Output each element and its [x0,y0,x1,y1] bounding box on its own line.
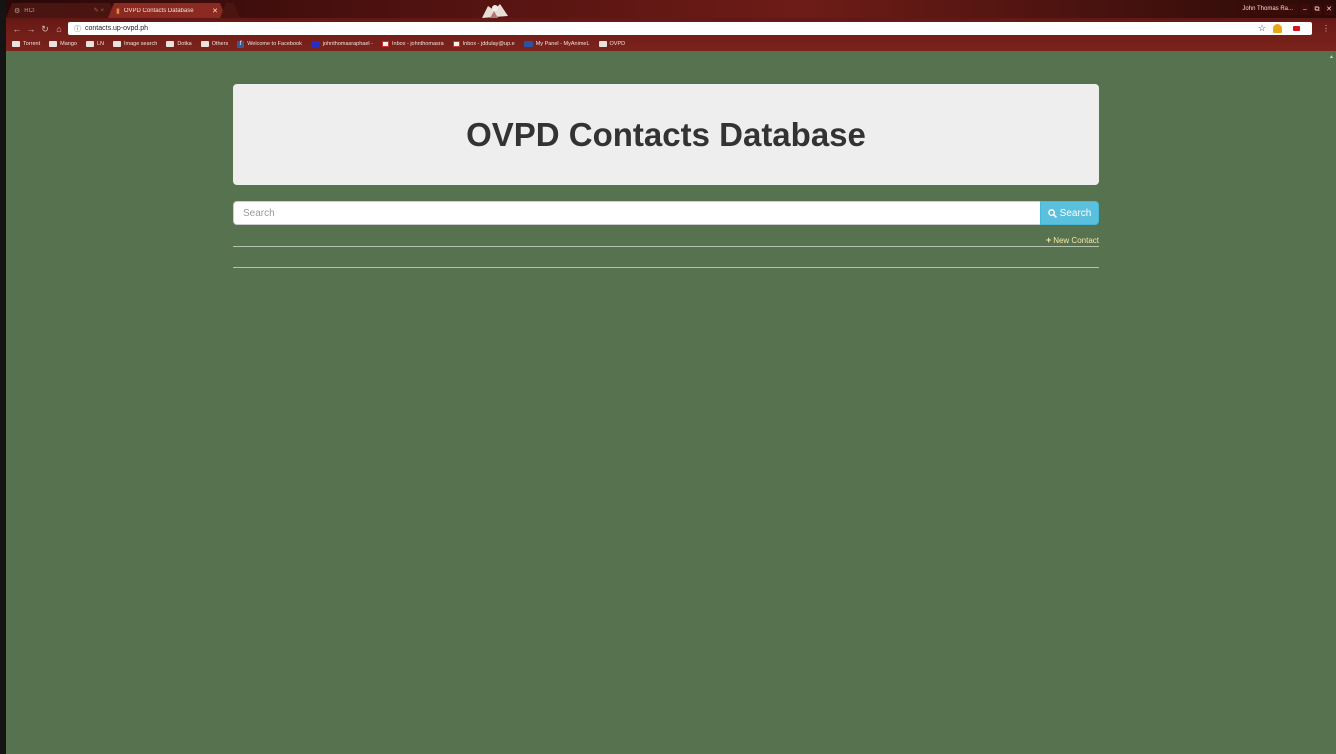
home-icon[interactable]: ⌂ [54,24,64,34]
browser-chrome: ⚙ RCI ✎ × ▮ OVPD Contacts Database ✕ Joh… [6,0,1336,51]
gmail-icon [381,41,389,47]
theme-mascot-icon [482,4,508,18]
tab-rci[interactable]: ⚙ RCI ✎ × [6,3,116,18]
tab-audio-icon[interactable]: ✎ × [94,7,104,14]
new-tab-button[interactable] [220,3,240,18]
extension-bell-icon[interactable] [1273,24,1282,33]
facebook-icon: f [237,40,245,48]
back-icon[interactable]: ← [12,24,22,34]
folder-icon [12,41,20,47]
extension-adblock-icon[interactable] [1293,26,1300,31]
folder-icon [200,41,209,47]
bookmark-gmail-1[interactable]: Inbox - johnthomasra [381,41,444,47]
bookmark-dotka[interactable]: Dotka [166,41,192,47]
close-window-icon[interactable]: ✕ [1324,4,1334,15]
profile-button[interactable]: John Thomas Ra... [1237,4,1298,15]
bookmark-myanimelist[interactable]: My Panel - MyAnimeL [523,41,590,47]
bookmark-label: Dotka [177,41,192,47]
bookmark-label: Welcome to Facebook [247,41,302,47]
new-contact-label: New Contact [1053,235,1099,245]
folder-icon [49,41,58,47]
bookmark-label: Torrent [23,41,41,47]
search-form: Search [233,201,1099,225]
forward-icon[interactable]: → [26,24,36,34]
bookmark-torrent[interactable]: Torrent [12,41,40,47]
page-scrollbar[interactable] [1327,51,1336,754]
search-icon [1047,208,1057,218]
bookmark-star-icon[interactable]: ☆ [1258,23,1266,34]
bookmark-gmail-2[interactable]: Inbox - jddulay@up.e [452,41,515,47]
folder-icon [112,41,121,47]
browser-menu-icon[interactable]: ⋮ [1322,24,1330,33]
gmail-icon [452,41,460,47]
bookmark-label: Inbox - johnthomasra [391,41,444,47]
bookmark-label: My Panel - MyAnimeL [535,41,590,47]
restore-icon[interactable]: ⧉ [1312,4,1322,15]
address-text: contacts.up-ovpd.ph [85,25,149,32]
divider-top [233,246,1099,247]
plus-icon: + [1045,235,1052,245]
tab-strip: ⚙ RCI ✎ × ▮ OVPD Contacts Database ✕ Joh… [6,0,1336,18]
bookmark-ovpd[interactable]: OVPD [598,41,626,47]
bookmark-label: OVPD [609,41,626,47]
site-favicon-icon: ⚙ [14,7,21,15]
tab-title: RCI [24,7,35,14]
page-viewport: OVPD Contacts Database Search + New Cont… [6,51,1327,754]
page-favicon-icon: ▮ [116,7,120,15]
scroll-up-icon[interactable]: ▲ [1329,54,1334,60]
page-title: OVPD Contacts Database [466,115,866,153]
bookmark-ln[interactable]: LN [85,41,104,47]
bookmark-image-search[interactable]: Image search [112,41,158,47]
info-icon[interactable]: ⓘ [74,24,81,34]
search-button[interactable]: Search [1040,201,1099,225]
reload-icon[interactable]: ↻ [40,24,50,34]
bookmark-label: Image search [123,41,158,47]
search-input[interactable] [233,201,1040,225]
bookmark-label: LN [96,41,104,47]
bookmark-label: johnthomasraphael - [322,41,373,47]
tab-title: OVPD Contacts Database [123,7,194,14]
folder-icon [166,41,175,47]
divider-bottom [233,267,1099,268]
address-bar[interactable]: ⓘ contacts.up-ovpd.ph ☆ [68,22,1312,35]
youtube-icon [310,41,320,47]
bookmark-others[interactable]: Others [200,41,229,47]
search-button-label: Search [1059,207,1092,219]
header-jumbotron: OVPD Contacts Database [233,84,1099,185]
folder-icon [85,41,94,47]
tab-ovpd-contacts[interactable]: ▮ OVPD Contacts Database ✕ [108,3,226,18]
bookmark-label: Mango [60,41,77,47]
bookmark-facebook[interactable]: f Welcome to Facebook [237,40,302,48]
bookmark-youtube[interactable]: johnthomasraphael - [310,41,373,47]
new-contact-link[interactable]: + New Contact [1046,235,1099,245]
navigation-bar: ← → ↻ ⌂ ⓘ contacts.up-ovpd.ph ☆ ⋮ [6,21,1336,36]
bookmark-label: Inbox - jddulay@up.e [462,41,515,47]
close-tab-icon[interactable]: ✕ [212,7,218,15]
minimize-icon[interactable]: – [1300,4,1310,15]
bookmarks-bar: Torrent Mango LN Image search Dotka Othe… [6,38,1336,50]
folder-icon [598,41,607,47]
bookmark-label: Others [211,41,229,47]
mal-icon [523,41,533,47]
bookmark-mango[interactable]: Mango [49,41,77,47]
